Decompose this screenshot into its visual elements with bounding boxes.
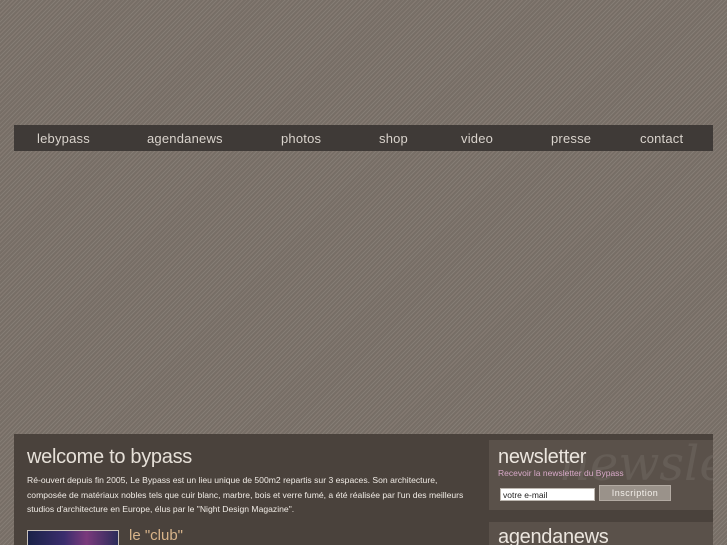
nav-item-contact[interactable]: contact — [640, 131, 683, 146]
content-panel: welcome to bypass Ré-ouvert depuis fin 2… — [14, 434, 713, 545]
newsletter-title: newsletter — [498, 446, 587, 468]
sidebar: newsletter newsletter Recevoir la newsle… — [489, 440, 713, 545]
newsletter-subtitle: Recevoir la newsletter du Bypass — [498, 468, 624, 478]
newsletter-email-input[interactable] — [500, 488, 595, 501]
welcome-section: welcome to bypass Ré-ouvert depuis fin 2… — [27, 446, 477, 517]
newsletter-box: newsletter newsletter Recevoir la newsle… — [489, 440, 713, 510]
nav-item-shop[interactable]: shop — [379, 131, 408, 146]
nav-item-presse[interactable]: presse — [551, 131, 591, 146]
newsletter-subscribe-button[interactable]: Inscription — [599, 485, 671, 501]
agenda-title[interactable]: agendanews — [498, 526, 609, 545]
agenda-box: agendanews — [489, 522, 713, 545]
nav-item-agendanews[interactable]: agendanews — [147, 131, 223, 146]
nav-item-lebypass[interactable]: lebypass — [37, 131, 90, 146]
main-nav: lebypass agendanews photos shop video pr… — [14, 125, 713, 151]
nav-item-photos[interactable]: photos — [281, 131, 321, 146]
nav-item-video[interactable]: video — [461, 131, 493, 146]
welcome-text: Ré-ouvert depuis fin 2005, Le Bypass est… — [27, 475, 464, 514]
club-thumbnail[interactable] — [27, 530, 119, 545]
club-title[interactable]: le "club" — [129, 527, 183, 544]
welcome-title: welcome to bypass — [27, 446, 192, 468]
